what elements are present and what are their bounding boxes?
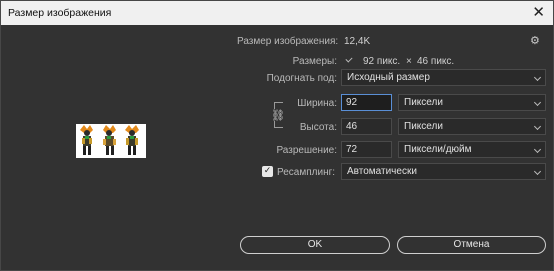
resample-checkbox[interactable]: ✓ xyxy=(262,166,273,177)
height-unit-selected: Пиксели xyxy=(404,121,443,132)
width-unit-selected: Пиксели xyxy=(404,97,443,108)
chevron-down-icon xyxy=(533,73,542,82)
resample-label: Ресамплинг: xyxy=(277,167,336,178)
height-unit-select[interactable]: Пиксели xyxy=(398,118,546,135)
dimensions-height-value: 46 пикс. xyxy=(417,56,455,67)
chevron-down-icon xyxy=(533,122,542,131)
fit-to-label: Подогнать под: xyxy=(266,73,337,84)
resample-select[interactable]: Автоматически xyxy=(341,163,546,180)
constrain-bracket-bottom xyxy=(274,121,283,128)
title-bar: Размер изображения ✕ xyxy=(1,1,553,25)
window-title: Размер изображения xyxy=(8,7,112,19)
resolution-unit-select[interactable]: Пиксели/дюйм xyxy=(398,141,546,158)
image-size-label: Размер изображения: xyxy=(237,36,339,47)
chevron-down-icon xyxy=(533,167,542,176)
image-size-value: 12,4K xyxy=(344,36,371,47)
close-icon[interactable]: ✕ xyxy=(532,4,545,20)
height-input[interactable]: 46 xyxy=(341,118,392,135)
preview-thumbnail xyxy=(76,124,146,158)
gear-icon[interactable]: ⚙ xyxy=(530,34,540,47)
width-input[interactable]: 92 xyxy=(341,94,392,111)
resolution-label: Разрешение: xyxy=(276,145,337,156)
dimensions-times-sign: × xyxy=(406,56,412,67)
resample-selected: Автоматически xyxy=(347,166,417,177)
resolution-input[interactable]: 72 xyxy=(341,141,392,158)
constrain-bracket-top xyxy=(274,102,283,109)
ok-button[interactable]: OK xyxy=(240,236,390,254)
chevron-down-icon xyxy=(533,145,542,154)
fit-to-select[interactable]: Исходный размер xyxy=(341,69,546,86)
resolution-unit-selected: Пиксели/дюйм xyxy=(404,144,472,155)
width-unit-select[interactable]: Пиксели xyxy=(398,94,546,111)
image-size-dialog: Размер изображения ✕ Размер изображения:… xyxy=(0,0,554,271)
fit-to-selected: Исходный размер xyxy=(347,72,430,83)
image-preview xyxy=(76,124,146,158)
cancel-button[interactable]: Отмена xyxy=(397,236,546,254)
width-label: Ширина: xyxy=(297,98,337,109)
dimensions-toggle-icon[interactable] xyxy=(345,55,353,63)
dimensions-label: Размеры: xyxy=(292,56,337,67)
chevron-down-icon xyxy=(533,98,542,107)
height-label: Высота: xyxy=(299,122,337,133)
dimensions-width-value: 92 пикс. xyxy=(363,56,401,67)
